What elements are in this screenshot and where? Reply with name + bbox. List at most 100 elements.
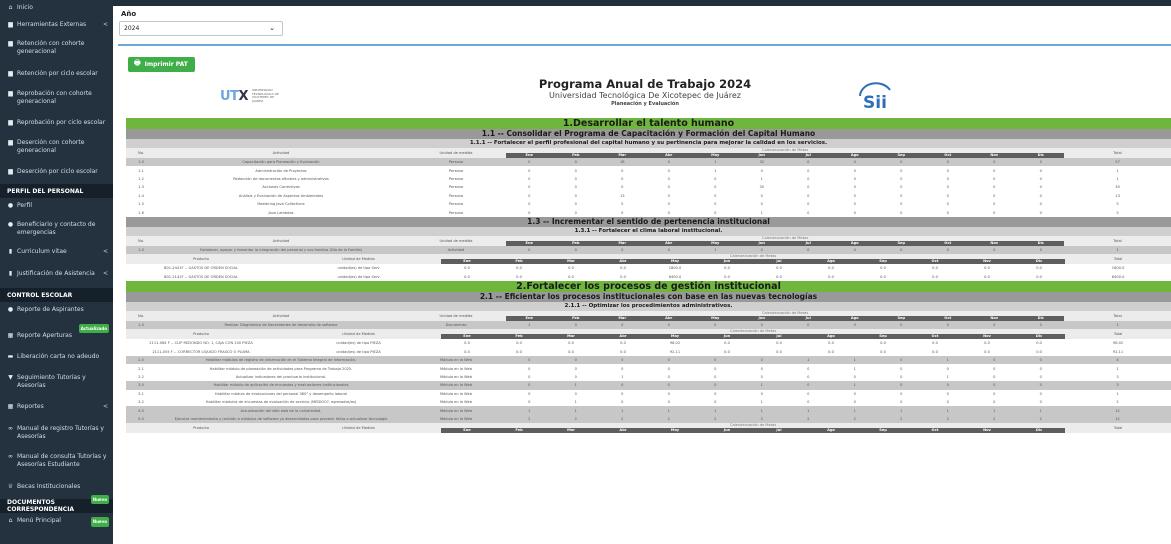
sidebar-item[interactable]: ▮ Curriculum vitae < bbox=[0, 244, 113, 266]
table-cell: 0 bbox=[993, 400, 996, 405]
sidebar-item[interactable]: ▮ Justificación de Asistencia < bbox=[0, 266, 113, 288]
table-cell: 1 bbox=[574, 400, 577, 405]
table-cell: 0 bbox=[506, 245, 553, 255]
table-cell-total: 2 bbox=[1116, 400, 1119, 405]
sidebar-item[interactable]: ▆ Reprobación por ciclo escolar bbox=[0, 115, 113, 135]
sidebar-item[interactable]: ⌂ Inicio bbox=[0, 0, 113, 17]
table-cell: 92.11 bbox=[669, 349, 681, 354]
sidebar-item[interactable]: ● Beneficiario y contacto de emergencias bbox=[0, 217, 113, 244]
table-cell: 0 bbox=[1017, 245, 1065, 255]
table-cell: 0 bbox=[807, 400, 810, 405]
sidebar-item[interactable]: ▼ Seguimiento Tutorías y Asesorías bbox=[0, 370, 113, 399]
sidebar-item[interactable]: ▦ Reporte Aperturas bbox=[0, 328, 113, 349]
sidebar-item[interactable]: ● Reporte de Aspirantes Actualizado bbox=[0, 302, 113, 333]
year-select[interactable]: 2024 ⌄ bbox=[119, 21, 283, 36]
table-cell: 1 bbox=[645, 406, 692, 415]
product-row: B01-2141F -- GASTOS DE ORDEN SOCIAL unida… bbox=[126, 273, 1171, 281]
table-cell: 1 bbox=[785, 356, 832, 365]
table-cell: 0 bbox=[853, 185, 856, 190]
table-cell: Fortalecer, apoyar y fomentar la integra… bbox=[156, 245, 406, 255]
sidebar-item[interactable]: ∞ Manual de consulta Tutorías y Asesorías… bbox=[0, 449, 113, 479]
table-cell: 0 bbox=[1039, 193, 1042, 198]
table-cell: 1 bbox=[760, 400, 763, 405]
table-cell-total: 1 bbox=[1116, 391, 1119, 396]
table-cell: 0 bbox=[552, 320, 599, 330]
top-bar bbox=[113, 0, 1171, 6]
table-cell: 0 bbox=[667, 366, 670, 371]
table-cell: 0 bbox=[574, 185, 577, 190]
strategy-title: 1.1.1 -- Fortalecer el perfil profesiona… bbox=[126, 139, 1171, 148]
sidebar-item[interactable]: ♕ Becas Institucionales Nuevo bbox=[0, 479, 113, 504]
table-cell: Módulo en la Web bbox=[406, 356, 506, 365]
table-cell: 0 bbox=[667, 400, 670, 405]
table-cell-total: 12 bbox=[1064, 406, 1171, 415]
sidebar-item[interactable]: ∞ Manual de registro Tutorías y Asesorías bbox=[0, 421, 113, 449]
sidebar-item[interactable]: ▆ Retención con cohorte generacional bbox=[0, 36, 113, 66]
table-cell: 0 bbox=[878, 356, 925, 365]
column-header-month: Sep bbox=[857, 428, 909, 434]
table-cell: 0 bbox=[1039, 375, 1042, 380]
chevron-left-icon: < bbox=[102, 248, 108, 255]
section-title: 2.Fortalecer los procesos de gestión ins… bbox=[126, 280, 1171, 292]
table-cell: 1 bbox=[506, 320, 553, 330]
table-cell: 1 bbox=[738, 381, 785, 390]
table-cell: Módulo en la Web bbox=[439, 375, 472, 380]
status-badge: Nuevo bbox=[90, 494, 109, 504]
user-icon: ● bbox=[7, 202, 14, 209]
pat-document: UTX UNIVERSIDAD TECNOLÓGICA DE XICOTEPEC… bbox=[126, 74, 1171, 544]
column-header-unidad: Unidad de Medida bbox=[276, 254, 441, 265]
table-cell: 0.0 bbox=[880, 341, 886, 346]
table-cell: Mastering Java Collections bbox=[257, 202, 305, 207]
print-pat-button[interactable]: 🖶 Imprimir PAT bbox=[128, 57, 195, 72]
sidebar-item[interactable]: ⌂ Menú Principal Nuevo bbox=[0, 513, 113, 531]
table-cell: 0 bbox=[528, 176, 531, 181]
table-cell: 98.02 bbox=[669, 341, 681, 346]
table-cell: 1 bbox=[552, 381, 599, 390]
table-cell: 0 bbox=[785, 245, 832, 255]
sidebar-item[interactable]: ▦ Reportes < bbox=[0, 399, 113, 421]
sidebar-item[interactable]: ▆ Reprobación con cohorte generacional bbox=[0, 86, 113, 115]
table-row: 3.0 Habilitar módulo de aplicación de enc… bbox=[126, 381, 1171, 390]
sidebar-item[interactable]: ▆ Deserción con cohorte generacional bbox=[0, 135, 113, 164]
folder-icon: ▆ bbox=[8, 139, 13, 146]
table-cell: 0.0 bbox=[776, 266, 782, 271]
table-cell: Persona bbox=[406, 158, 506, 167]
table-row: 1.6 Java Lambdas Persona 0 0 0 0 0 1 0 0 0 0 0 0 5 bbox=[126, 208, 1171, 216]
table-cell: 0 bbox=[807, 193, 810, 198]
table-cell: 0 bbox=[971, 356, 1018, 365]
table-cell: 0 bbox=[714, 176, 717, 181]
table-cell: 0.0 bbox=[776, 341, 782, 346]
table-cell: Persona bbox=[448, 185, 464, 190]
sidebar-item[interactable]: ▆ Herramientas Externas < bbox=[0, 17, 113, 36]
table-cell: 0 bbox=[971, 320, 1018, 330]
table-cell: 1 bbox=[924, 356, 971, 365]
table-cell: 1 bbox=[599, 406, 646, 415]
table-cell-total: 1 bbox=[1116, 366, 1119, 371]
objective-title: 1.1 -- Consolidar el Programa de Capacit… bbox=[126, 129, 1171, 139]
table-cell: 0 bbox=[993, 202, 996, 207]
table-cell: 0 bbox=[645, 158, 692, 167]
table-cell: 5.0 bbox=[126, 414, 156, 424]
table-cell: 0 bbox=[574, 375, 577, 380]
folder-icon: ▆ bbox=[8, 70, 13, 77]
table-cell: 0 bbox=[574, 210, 577, 215]
link-icon: ∞ bbox=[8, 425, 13, 432]
chevron-down-icon: ⌄ bbox=[269, 24, 275, 32]
sidebar-item[interactable]: ● Perfil bbox=[0, 198, 113, 217]
table-cell: 0 bbox=[714, 185, 717, 190]
graduation-icon: ♕ bbox=[7, 483, 14, 490]
sidebar-item[interactable]: ▆ Deserción por ciclo escolar bbox=[0, 164, 113, 184]
sidebar-item[interactable]: ▬ Liberación carta no adeudo bbox=[0, 349, 113, 370]
table-cell: 0.0 bbox=[464, 274, 470, 279]
column-header-producto: Producto bbox=[126, 329, 276, 340]
strategy-title: 2.1.1 -- Optimizar los procedimientos ad… bbox=[126, 301, 1171, 311]
sidebar-item[interactable]: ▆ Retención por ciclo escolar bbox=[0, 66, 113, 86]
table-cell: 0 bbox=[667, 375, 670, 380]
pat-content: 1.Desarrollar el talento humano 1.1 -- Co… bbox=[126, 118, 1171, 434]
column-header-month: Jul bbox=[753, 428, 805, 434]
table-cell: Persona bbox=[448, 176, 464, 181]
table-cell: 0.0 bbox=[516, 349, 522, 354]
table-cell: 0.0 bbox=[724, 266, 730, 271]
table-cell: 0.0 bbox=[724, 349, 730, 354]
table-cell: unidad(es) de tipo PIEZA bbox=[336, 349, 381, 354]
